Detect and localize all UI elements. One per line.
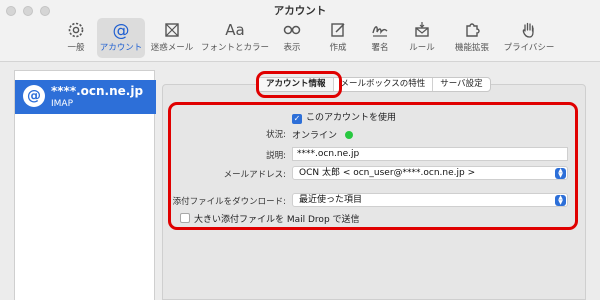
toolbar-extensions-label: 機能拡張	[454, 43, 489, 53]
toolbar-signatures-label: 署名	[371, 43, 389, 53]
status-label: 状況:	[266, 130, 286, 140]
signature-icon	[364, 20, 396, 40]
gear-icon	[60, 20, 92, 40]
email-address-select[interactable]: OCN 太郎 < ocn_user@****.ocn.ne.jp > ▲ ▼	[292, 166, 568, 180]
toolbar-viewing-label: 表示	[283, 43, 301, 53]
compose-icon	[322, 20, 354, 40]
download-attachments-select[interactable]: 最近使った項目 ▲ ▼	[292, 193, 568, 207]
toolbar-accounts-label: アカウント	[99, 43, 143, 53]
toolbar-junk-mail[interactable]: 迷惑メール	[149, 18, 195, 58]
glasses-icon	[276, 20, 308, 40]
maildrop-checkbox[interactable]	[180, 213, 190, 223]
fonts-icon: Aa	[225, 21, 245, 39]
rules-icon	[404, 20, 440, 40]
toolbar-signatures[interactable]: 署名	[364, 18, 396, 58]
window-title: アカウント	[273, 5, 327, 17]
hand-icon	[500, 20, 558, 40]
toolbar-accounts[interactable]: @ アカウント	[97, 18, 145, 58]
maildrop-label: 大きい添付ファイルを Mail Drop で送信	[194, 215, 360, 225]
download-attachments-label: 添付ファイルをダウンロード:	[172, 197, 286, 207]
preferences-toolbar: アカウント 一般 @ アカウント 迷惑メール Aa フォントとカラー 表示 作成	[0, 0, 600, 62]
settings-tabs: アカウント情報 メールボックスの特性 サーバ設定	[258, 77, 491, 92]
toolbar-viewing[interactable]: 表示	[276, 18, 308, 58]
svg-text:@: @	[113, 21, 130, 40]
enable-account-label: このアカウントを使用	[306, 113, 397, 123]
chevron-updown-icon: ▲ ▼	[555, 168, 566, 179]
enable-account-row[interactable]: ✓ このアカウントを使用	[292, 110, 396, 124]
download-attachments-value: 最近使った項目	[299, 195, 363, 205]
toolbar-fonts-colors[interactable]: Aa フォントとカラー	[200, 18, 270, 58]
email-address-label: メールアドレス:	[223, 170, 286, 180]
description-label: 説明:	[266, 151, 286, 161]
at-icon: @	[97, 20, 145, 41]
account-list: @ ****.ocn.ne.jp IMAP	[14, 70, 156, 300]
toolbar-privacy[interactable]: プライバシー	[500, 18, 558, 58]
toolbar-rules-label: ルール	[409, 43, 435, 53]
at-icon: @	[23, 85, 45, 107]
tab-account-info[interactable]: アカウント情報	[259, 78, 334, 91]
email-address-value: OCN 太郎 < ocn_user@****.ocn.ne.jp >	[299, 168, 476, 178]
chevron-updown-icon: ▲ ▼	[555, 195, 566, 206]
toolbar-general-label: 一般	[67, 43, 85, 53]
toolbar-extensions[interactable]: 機能拡張	[446, 18, 498, 58]
toolbar-fonts-colors-label: フォントとカラー	[200, 43, 269, 53]
toolbar-composing[interactable]: 作成	[322, 18, 354, 58]
toolbar-general[interactable]: 一般	[60, 18, 92, 58]
status-row: オンライン	[292, 128, 354, 141]
toolbar-rules[interactable]: ルール	[404, 18, 440, 58]
junk-mail-icon	[149, 20, 195, 40]
puzzle-icon	[446, 20, 498, 40]
enable-account-checkbox[interactable]: ✓	[292, 114, 302, 124]
toolbar-composing-label: 作成	[329, 43, 347, 53]
status-value: オンライン	[292, 131, 338, 141]
account-list-item[interactable]: @ ****.ocn.ne.jp IMAP	[15, 80, 156, 114]
tab-mailbox-behaviors[interactable]: メールボックスの特性	[334, 78, 434, 91]
status-indicator	[345, 131, 354, 139]
tab-server-settings[interactable]: サーバ設定	[433, 78, 489, 91]
account-name: ****.ocn.ne.jp	[51, 84, 144, 98]
toolbar-junk-mail-label: 迷惑メール	[150, 43, 194, 53]
toolbar-privacy-label: プライバシー	[503, 43, 555, 53]
account-type: IMAP	[51, 99, 74, 109]
maildrop-row[interactable]: 大きい添付ファイルを Mail Drop で送信	[180, 212, 360, 225]
description-field[interactable]: ****.ocn.ne.jp	[292, 147, 568, 161]
